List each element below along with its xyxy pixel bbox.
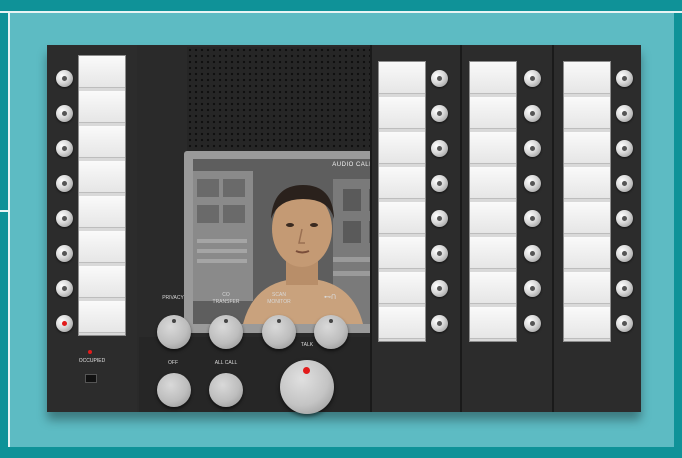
station-label-slot bbox=[79, 161, 125, 193]
station-label-slot bbox=[379, 237, 425, 269]
station-select-button[interactable] bbox=[616, 210, 633, 227]
station-label-slot bbox=[79, 301, 125, 333]
station-label-slot bbox=[79, 196, 125, 228]
station-select-button[interactable] bbox=[524, 245, 541, 262]
station-label-slot bbox=[470, 97, 516, 129]
station-label-slot bbox=[564, 167, 610, 199]
station-label-slot bbox=[379, 97, 425, 129]
station-label-slot bbox=[379, 202, 425, 234]
station-select-button[interactable] bbox=[616, 280, 633, 297]
station-label-slot bbox=[470, 202, 516, 234]
transfer-label-line1: CO bbox=[222, 292, 230, 298]
station-column-4 bbox=[554, 45, 641, 412]
station-column-2 bbox=[372, 45, 460, 412]
station-select-button[interactable] bbox=[524, 315, 541, 332]
station-select-button[interactable] bbox=[431, 175, 448, 192]
all-call-label: ALL CALL bbox=[214, 360, 238, 366]
station-select-button[interactable] bbox=[616, 70, 633, 87]
station-label-slot bbox=[564, 272, 610, 304]
frame-line bbox=[0, 210, 10, 212]
station-label-slot bbox=[79, 126, 125, 158]
station-select-button[interactable] bbox=[431, 245, 448, 262]
station-select-button[interactable] bbox=[431, 70, 448, 87]
station-select-button[interactable] bbox=[524, 140, 541, 157]
station-select-button[interactable] bbox=[616, 245, 633, 262]
station-label-slot bbox=[79, 56, 125, 88]
station-select-button[interactable] bbox=[616, 140, 633, 157]
station-label-slot bbox=[564, 62, 610, 94]
station-label-slot bbox=[564, 97, 610, 129]
all-call-button[interactable] bbox=[209, 373, 243, 407]
station-label-slot bbox=[379, 132, 425, 164]
station-select-button-active[interactable] bbox=[56, 315, 73, 332]
intercom-console: OCCUPIED AUDIO CALL 11-0001 PRIVACY CO T… bbox=[47, 45, 641, 414]
station-select-button[interactable] bbox=[524, 210, 541, 227]
station-select-button[interactable] bbox=[524, 105, 541, 122]
station-select-button[interactable] bbox=[431, 105, 448, 122]
station-select-button[interactable] bbox=[524, 175, 541, 192]
station-label-slot bbox=[379, 167, 425, 199]
station-select-button[interactable] bbox=[616, 315, 633, 332]
label-strip bbox=[78, 55, 126, 336]
station-label-slot bbox=[79, 231, 125, 263]
door-release-icon: ⊷ᑎ bbox=[323, 294, 337, 301]
station-label-slot bbox=[564, 132, 610, 164]
station-select-button[interactable] bbox=[431, 140, 448, 157]
off-label: OFF bbox=[168, 360, 178, 366]
station-label-slot bbox=[470, 237, 516, 269]
talk-button[interactable] bbox=[280, 360, 334, 414]
station-label-slot bbox=[470, 62, 516, 94]
station-select-button[interactable] bbox=[431, 210, 448, 227]
station-select-button[interactable] bbox=[56, 70, 73, 87]
station-select-button[interactable] bbox=[56, 175, 73, 192]
privacy-button[interactable] bbox=[157, 315, 191, 349]
station-label-slot bbox=[470, 167, 516, 199]
station-select-button[interactable] bbox=[56, 105, 73, 122]
station-select-button[interactable] bbox=[56, 140, 73, 157]
station-select-button[interactable] bbox=[431, 315, 448, 332]
station-label-slot bbox=[470, 307, 516, 339]
left-station-column: OCCUPIED bbox=[47, 45, 137, 412]
transfer-button[interactable] bbox=[209, 315, 243, 349]
station-label-slot bbox=[470, 272, 516, 304]
station-select-button[interactable] bbox=[56, 210, 73, 227]
occupied-indicator-led bbox=[88, 350, 92, 354]
station-label-slot bbox=[564, 307, 610, 339]
label-strip bbox=[378, 61, 426, 342]
station-label-slot bbox=[379, 272, 425, 304]
station-label-slot bbox=[564, 237, 610, 269]
station-label-slot bbox=[379, 62, 425, 94]
label-strip bbox=[469, 61, 517, 342]
station-select-button[interactable] bbox=[56, 245, 73, 262]
talk-label: TALK bbox=[300, 342, 314, 348]
off-button[interactable] bbox=[157, 373, 191, 407]
privacy-label: PRIVACY bbox=[162, 295, 184, 301]
handset-jack bbox=[85, 374, 97, 383]
frame-line bbox=[8, 11, 10, 447]
station-label-slot bbox=[79, 91, 125, 123]
station-select-button[interactable] bbox=[431, 280, 448, 297]
station-label-slot bbox=[564, 202, 610, 234]
station-select-button[interactable] bbox=[524, 280, 541, 297]
station-label-slot bbox=[79, 266, 125, 298]
station-label-slot bbox=[470, 132, 516, 164]
frame-line bbox=[0, 11, 682, 13]
station-column-3 bbox=[462, 45, 552, 412]
station-select-button[interactable] bbox=[56, 280, 73, 297]
label-strip bbox=[563, 61, 611, 342]
occupied-label: OCCUPIED bbox=[78, 358, 106, 364]
station-select-button[interactable] bbox=[616, 105, 633, 122]
transfer-label-line2: TRANSFER bbox=[212, 299, 240, 305]
station-select-button[interactable] bbox=[524, 70, 541, 87]
station-label-slot bbox=[379, 307, 425, 339]
station-select-button[interactable] bbox=[616, 175, 633, 192]
